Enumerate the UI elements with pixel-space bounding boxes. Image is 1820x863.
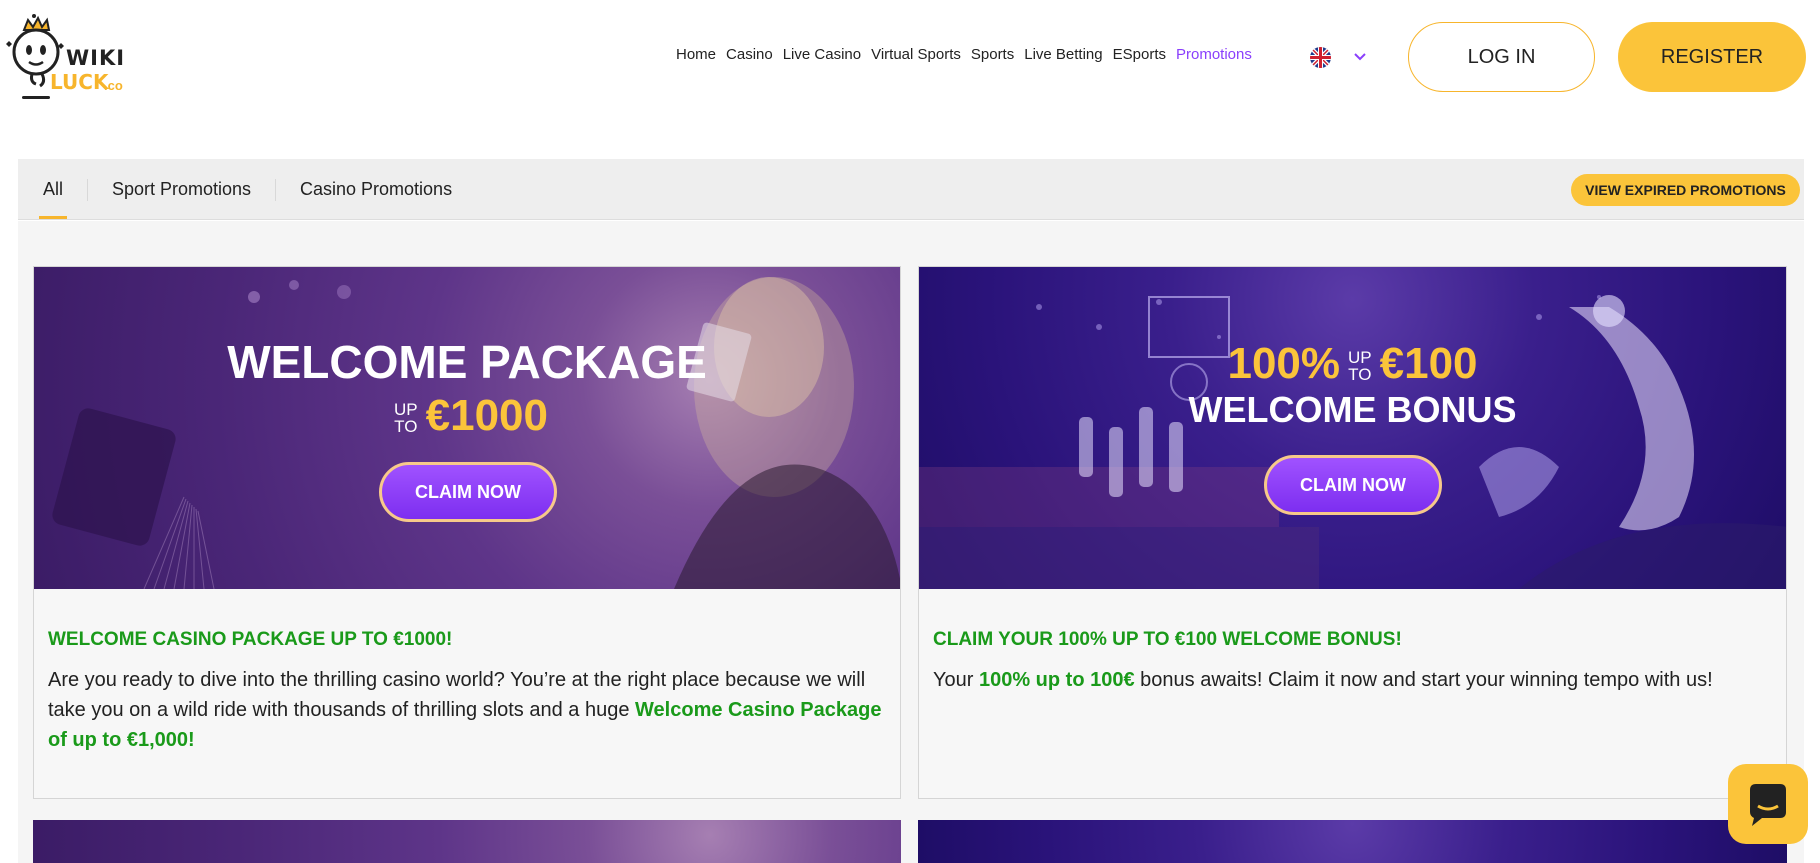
register-button[interactable]: REGISTER <box>1618 22 1806 92</box>
banner-percent-line: 100% UP TO €100 <box>919 339 1786 389</box>
promo-banner-sport[interactable]: 100% UP TO €100 WELCOME BONUS CLAIM NOW <box>919 267 1786 589</box>
nav-item-virtual-sports[interactable]: Virtual Sports <box>871 46 961 63</box>
site-logo[interactable]: WIKI LUCK .co <box>0 8 135 104</box>
banner-percent: 100% <box>1227 339 1341 388</box>
promo-card-casino: WELCOME PACKAGE UP TO €1000 CLAIM NOW WELC… <box>33 266 901 799</box>
banner-up-to: UP TO <box>394 400 418 437</box>
tab-casino-promotions[interactable]: Casino Promotions <box>300 179 452 200</box>
logo-text-top: WIKI <box>66 46 126 70</box>
banner-headline: WELCOME PACKAGE <box>227 336 707 388</box>
chat-widget-button[interactable] <box>1728 764 1808 844</box>
banner-headline: WELCOME BONUS <box>1188 389 1517 430</box>
main-nav: Home Casino Live Casino Virtual Sports S… <box>676 46 1252 63</box>
language-selector[interactable] <box>1310 47 1370 69</box>
nav-item-live-betting[interactable]: Live Betting <box>1024 46 1102 63</box>
chat-icon <box>1750 784 1786 826</box>
tab-sport-promotions[interactable]: Sport Promotions <box>112 179 251 200</box>
tab-divider <box>87 179 88 201</box>
logo-text-suffix: .co <box>104 78 123 93</box>
nav-item-esports[interactable]: ESports <box>1113 46 1166 63</box>
promotion-filter-bar: All Sport Promotions Casino Promotions V… <box>18 159 1804 220</box>
login-button[interactable]: LOG IN <box>1408 22 1595 92</box>
claim-now-button[interactable]: CLAIM NOW <box>1264 455 1442 515</box>
promo-banner-casino[interactable]: WELCOME PACKAGE UP TO €1000 CLAIM NOW <box>34 267 900 589</box>
promo-card-partial[interactable] <box>33 820 901 863</box>
promo-description: Your 100% up to 100€ bonus awaits! Claim… <box>933 669 1713 691</box>
nav-item-casino[interactable]: Casino <box>726 46 773 63</box>
promotions-grid: WELCOME PACKAGE UP TO €1000 CLAIM NOW WELC… <box>18 221 1804 863</box>
promo-title: CLAIM YOUR 100% UP TO €100 WELCOME BONUS… <box>933 629 1402 650</box>
promo-title: WELCOME CASINO PACKAGE UP TO €1000! <box>48 629 453 650</box>
view-expired-promotions-button[interactable]: VIEW EXPIRED PROMOTIONS <box>1571 174 1800 206</box>
promo-description: Are you ready to dive into the thrilling… <box>48 669 882 751</box>
nav-item-home[interactable]: Home <box>676 46 716 63</box>
banner-amount-line: UP TO €1000 <box>34 391 900 441</box>
chevron-down-icon <box>1354 49 1366 65</box>
tab-all[interactable]: All <box>38 179 68 219</box>
banner-amount: €1000 <box>425 391 548 440</box>
uk-flag-icon <box>1310 47 1331 68</box>
promo-card-sport: 100% UP TO €100 WELCOME BONUS CLAIM NOW CLA… <box>918 266 1787 799</box>
logo-text-bottom: LUCK <box>50 70 109 94</box>
nav-item-live-casino[interactable]: Live Casino <box>783 46 861 63</box>
site-header: WIKI LUCK .co Home Casino Live Casino Vi… <box>0 0 1820 112</box>
tab-divider <box>275 179 276 201</box>
banner-up-to: UP TO <box>1348 348 1372 385</box>
banner-amount: €100 <box>1379 339 1478 388</box>
claim-now-button[interactable]: CLAIM NOW <box>379 462 557 522</box>
promo-card-partial[interactable] <box>918 820 1787 863</box>
nav-item-sports[interactable]: Sports <box>971 46 1014 63</box>
nav-item-promotions[interactable]: Promotions <box>1176 46 1252 63</box>
